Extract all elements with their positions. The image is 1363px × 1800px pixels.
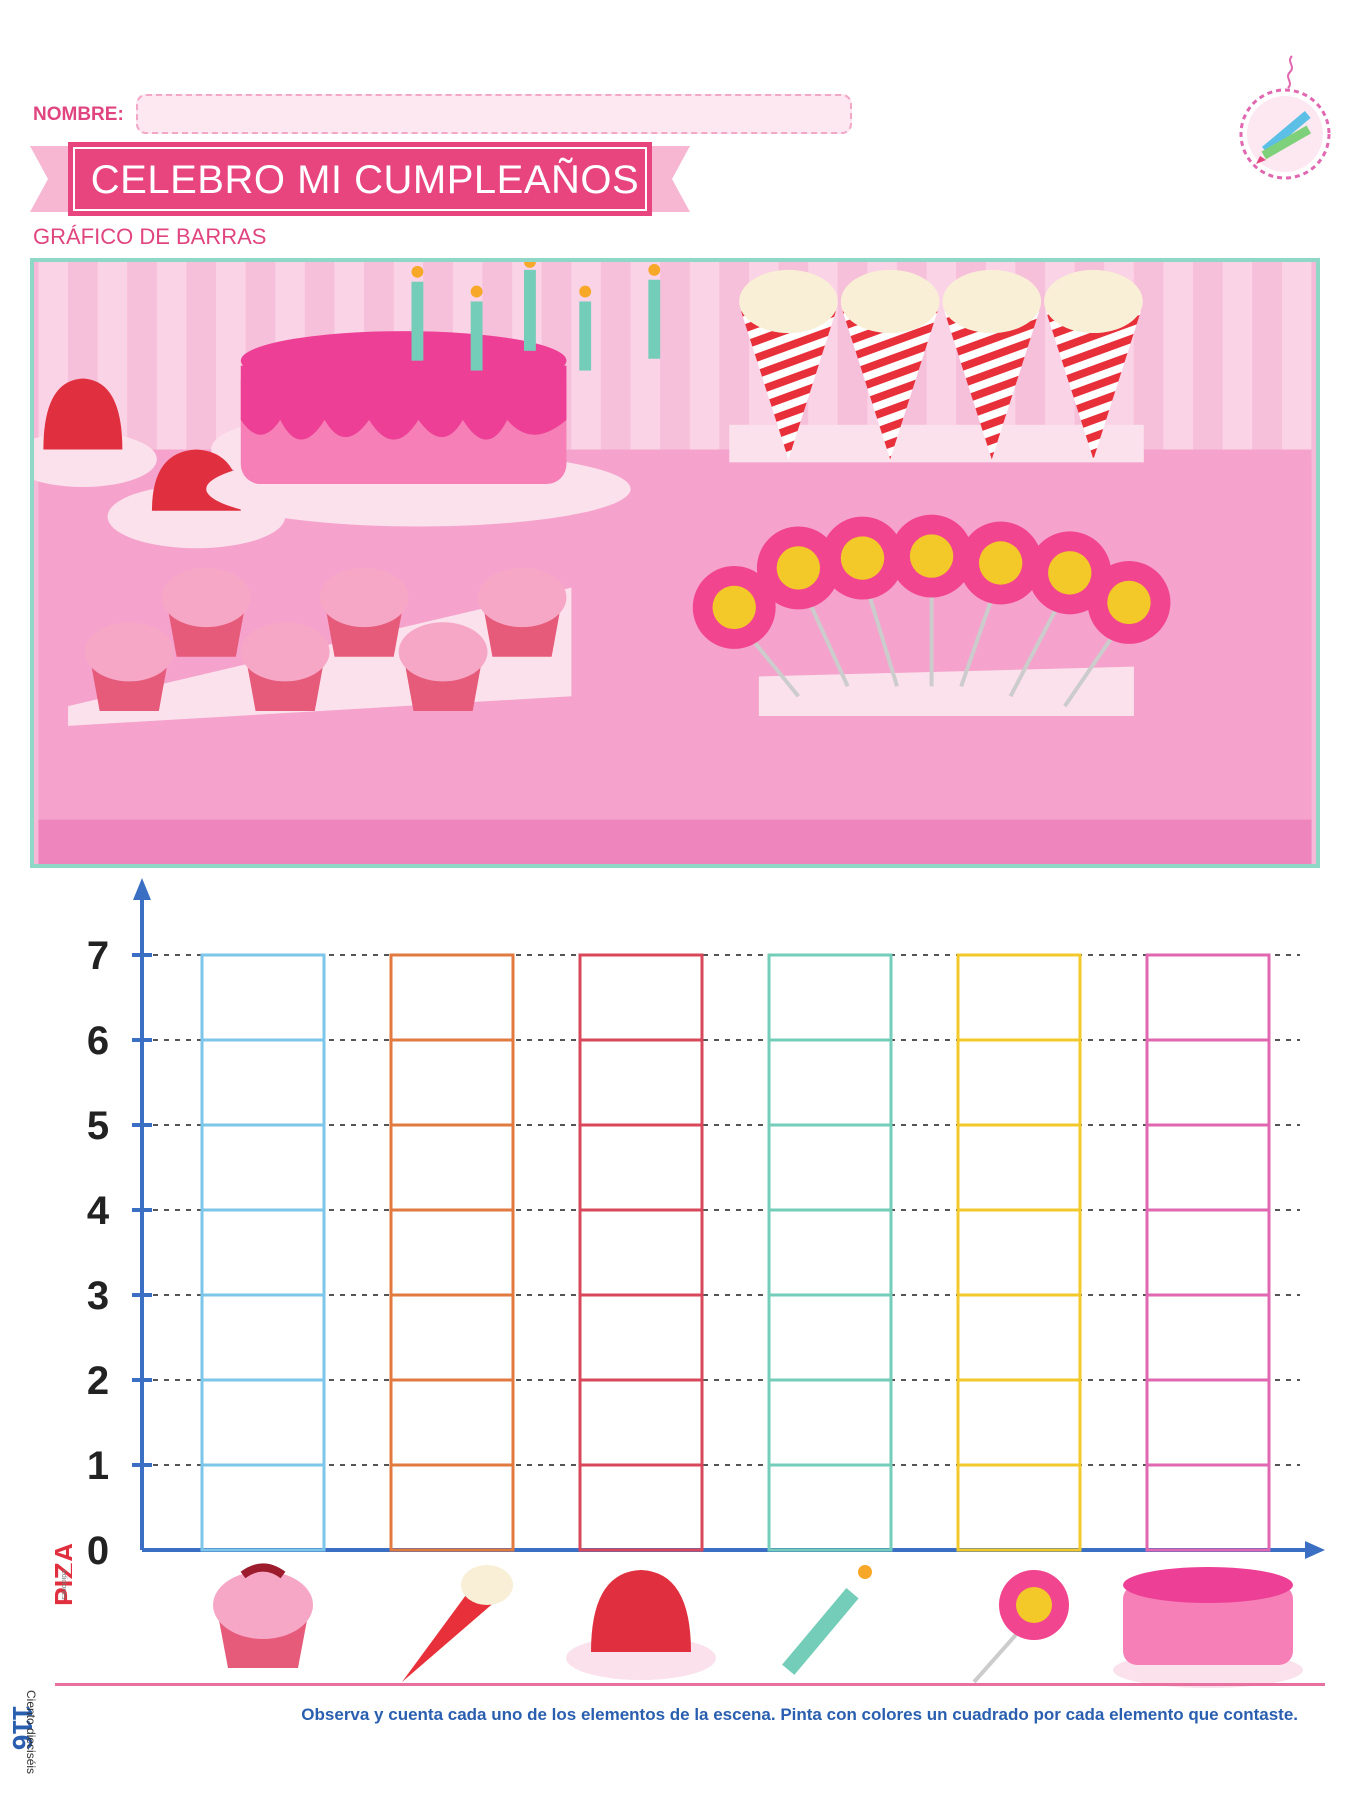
y-tick-label: 3 [87,1274,109,1318]
publisher-logo: PIZA ediciones [49,1542,72,1606]
bar-column [200,953,326,1552]
x-axis-arrow-icon [1305,1541,1325,1559]
lollipop-icon [1087,561,1171,644]
bar-chart: 0 1 2 3 4 5 6 7 [87,878,1325,1688]
page-number-words: Ciento dieciséis [24,1690,38,1775]
bar-column [767,953,893,1552]
bar-column [389,953,515,1552]
y-tick-label: 2 [87,1359,109,1403]
pencil-badge-icon [1239,55,1331,180]
jelly-icon [566,1570,716,1680]
y-axis-arrow-icon [133,878,151,900]
cupcake-icon [319,567,409,657]
cupcake-icon [240,622,330,712]
bar-column [1145,953,1271,1552]
cupcake-icon [398,622,488,712]
cupcake-icon [477,567,567,657]
y-tick-label: 4 [87,1189,110,1233]
y-tick-label: 0 [87,1529,109,1573]
lollipop-icon [972,1570,1069,1684]
cake-icon [1113,1567,1303,1688]
y-tick-label: 7 [87,934,109,978]
page-subtitle: GRÁFICO DE BARRAS [33,224,267,249]
name-label: NOMBRE: [33,104,124,125]
party-scene-illustration [30,258,1320,868]
page-title: CELEBRO MI CUMPLEAÑOS [90,157,640,202]
instructions-text: Observa y cuenta cada uno de los element… [301,1705,1298,1724]
candle-icon [782,1565,872,1675]
y-tick-label: 1 [87,1444,109,1488]
cupcake-icon [161,567,251,657]
y-tick-label: 6 [87,1019,109,1063]
bar-column [578,953,704,1552]
publisher-small-text: ediciones [60,1570,67,1600]
footer-rule [55,1683,1325,1686]
cupcake-icon [84,622,174,712]
bar-column [956,953,1082,1552]
y-tick-label: 5 [87,1104,109,1148]
name-field[interactable] [136,94,852,134]
popcorn-cone-icon [402,1565,513,1682]
cupcake-icon [213,1563,313,1668]
